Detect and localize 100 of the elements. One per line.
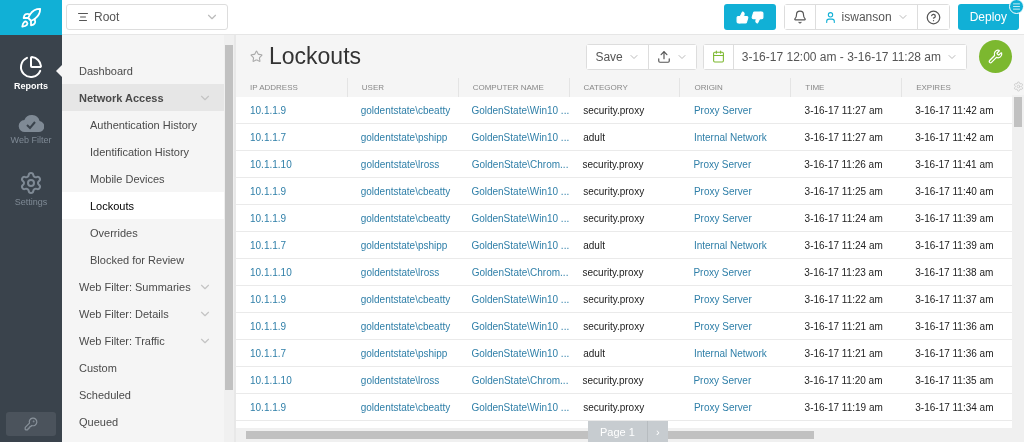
table-cell[interactable]: goldentstate\cbeatty <box>346 178 458 204</box>
sidebar-item[interactable]: Lockouts <box>62 192 224 219</box>
table-cell[interactable]: goldentstate\lross <box>346 367 458 393</box>
sidebar-item[interactable]: Queued <box>62 408 224 435</box>
table-cell[interactable]: Internal Network <box>679 232 791 258</box>
table-cell[interactable]: 10.1.1.9 <box>236 178 347 204</box>
table-cell[interactable]: goldentstate\cbeatty <box>346 313 458 339</box>
table-cell[interactable]: 10.1.1.9 <box>236 286 347 312</box>
table-cell[interactable]: 10.1.1.9 <box>236 205 347 231</box>
table-cell[interactable]: GoldenState\Win10 ... <box>457 97 570 123</box>
table-cell-text: security.proxy <box>582 319 646 334</box>
calendar-icon <box>711 50 725 63</box>
table-cell-text: 3-16-17 11:40 am <box>914 184 995 199</box>
table-cell-text: 3-16-17 11:20 am <box>803 373 884 388</box>
key-button[interactable] <box>6 412 56 436</box>
save-dropdown[interactable]: Save <box>587 44 648 69</box>
sidebar-item[interactable]: Blocked for Review <box>62 246 224 273</box>
table-cell[interactable]: goldentstate\cbeatty <box>346 97 458 123</box>
sidebar-item[interactable]: Web Filter: Details <box>62 300 224 327</box>
rail-label: Reports <box>14 81 48 91</box>
table-cell[interactable]: 10.1.1.10 <box>236 259 347 285</box>
settings-icon <box>19 171 43 195</box>
tools-button[interactable] <box>979 40 1012 73</box>
help-icon <box>925 9 941 25</box>
sidebar-item[interactable]: Identification History <box>62 138 224 165</box>
table-cell[interactable]: GoldenState\Win10 ... <box>457 313 570 339</box>
table-cell-text: security.proxy <box>582 400 646 415</box>
table-cell-text: 3-16-17 11:35 am <box>914 373 995 388</box>
table-cell[interactable]: Proxy Server <box>679 178 791 204</box>
table-cell[interactable]: GoldenState\Chrom... <box>457 151 569 177</box>
table-cell-text: 3-16-17 11:21 am <box>803 319 884 334</box>
table-cell[interactable]: Internal Network <box>679 340 791 366</box>
thumbs-up-icon <box>735 10 749 24</box>
user-icon <box>823 10 837 24</box>
table-cell[interactable]: Internal Network <box>679 124 791 150</box>
sidebar-item[interactable]: Authentication History <box>62 111 224 138</box>
logo-tile[interactable] <box>0 0 62 35</box>
table-cell[interactable]: 10.1.1.10 <box>236 151 347 177</box>
table-cell-text: 3-16-17 11:24 am <box>803 211 884 226</box>
table-cell[interactable]: 10.1.1.10 <box>236 367 347 393</box>
table-cell[interactable]: Proxy Server <box>679 286 791 312</box>
table-cell[interactable]: 10.1.1.7 <box>236 124 347 150</box>
table-cell[interactable]: Proxy Server <box>679 367 791 393</box>
table-cell[interactable]: Proxy Server <box>679 97 791 123</box>
table-cell-text: security.proxy <box>581 265 645 280</box>
table-cell[interactable]: Proxy Server <box>679 394 791 420</box>
table-cell[interactable]: 10.1.1.7 <box>236 340 347 366</box>
feedback-button[interactable] <box>723 4 776 30</box>
table-cell[interactable]: Proxy Server <box>679 259 791 285</box>
sidebar-item[interactable]: Overrides <box>62 219 224 246</box>
table-cell[interactable]: 10.1.1.9 <box>236 394 347 420</box>
table-cell-text: security.proxy <box>582 103 646 118</box>
sidebar-item[interactable]: Web Filter: Traffic <box>62 327 224 354</box>
sidebar-item[interactable]: Web Filter: Summaries <box>62 273 224 300</box>
table-cell-text: 3-16-17 11:38 am <box>914 265 995 280</box>
table-cell[interactable]: goldentstate\cbeatty <box>346 286 458 312</box>
column-header[interactable]: IP ADDRESS <box>236 78 347 97</box>
scope-dropdown[interactable]: Root <box>66 4 228 30</box>
table-cell[interactable]: 10.1.1.7 <box>236 232 347 258</box>
table-cell-text: security.proxy <box>582 184 646 199</box>
export-dropdown[interactable] <box>647 44 696 69</box>
sidebar-item[interactable]: Dashboard <box>62 57 224 84</box>
table-cell-text: 3-16-17 11:42 am <box>914 130 995 145</box>
table-cell[interactable]: Proxy Server <box>679 151 791 177</box>
table-cell[interactable]: goldentstate\pshipp <box>346 124 458 150</box>
table-cell[interactable]: GoldenState\Chrom... <box>457 367 569 393</box>
table-cell[interactable]: goldentstate\lross <box>346 259 458 285</box>
table-cell[interactable]: 10.1.1.9 <box>236 313 347 339</box>
table-cell-text: 3-16-17 11:26 am <box>803 157 884 172</box>
sidebar-item[interactable]: Scheduled <box>62 381 224 408</box>
rail-item[interactable]: Web Filter <box>0 93 62 151</box>
table-cell[interactable]: goldentstate\cbeatty <box>346 394 458 420</box>
settings-icon[interactable] <box>1012 81 1024 92</box>
table-cell[interactable]: goldentstate\lross <box>346 151 458 177</box>
sidebar-item[interactable]: Network Access <box>62 84 224 111</box>
table-cell[interactable]: GoldenState\Win10 ... <box>457 286 570 312</box>
table-cell[interactable]: GoldenState\Win10 ... <box>457 205 570 231</box>
table-cell[interactable]: GoldenState\Win10 ... <box>457 178 570 204</box>
date-range-dropdown[interactable]: 3-16-17 12:00 am - 3-16-17 11:28 am <box>732 44 966 69</box>
table-cell[interactable]: GoldenState\Win10 ... <box>457 124 570 150</box>
table-cell[interactable]: goldentstate\pshipp <box>346 232 458 258</box>
table-cell[interactable]: goldentstate\cbeatty <box>346 205 458 231</box>
table-cell[interactable]: goldentstate\pshipp <box>346 340 458 366</box>
help-button[interactable] <box>916 5 949 29</box>
table-cell[interactable]: GoldenState\Win10 ... <box>457 232 570 258</box>
table-cell[interactable]: GoldenState\Win10 ... <box>457 394 570 420</box>
table-cell-text: 3-16-17 11:24 am <box>803 238 884 253</box>
table-cell[interactable]: 10.1.1.9 <box>236 97 347 123</box>
table-cell-text: 3-16-17 11:39 am <box>914 238 995 253</box>
sidebar-item[interactable]: Mobile Devices <box>62 165 224 192</box>
calendar-button[interactable] <box>703 44 733 69</box>
sidebar-item[interactable]: Custom <box>62 354 224 381</box>
table-cell[interactable]: GoldenState\Chrom... <box>457 259 569 285</box>
table-cell[interactable]: Proxy Server <box>679 313 791 339</box>
menu-icon[interactable] <box>1009 0 1024 14</box>
star-icon[interactable] <box>250 50 263 63</box>
table-cell[interactable]: GoldenState\Win10 ... <box>457 340 570 366</box>
table-cell-text: 3-16-17 11:37 am <box>914 292 995 307</box>
table-cell[interactable]: Proxy Server <box>679 205 791 231</box>
rail-item[interactable]: Settings <box>0 151 62 209</box>
